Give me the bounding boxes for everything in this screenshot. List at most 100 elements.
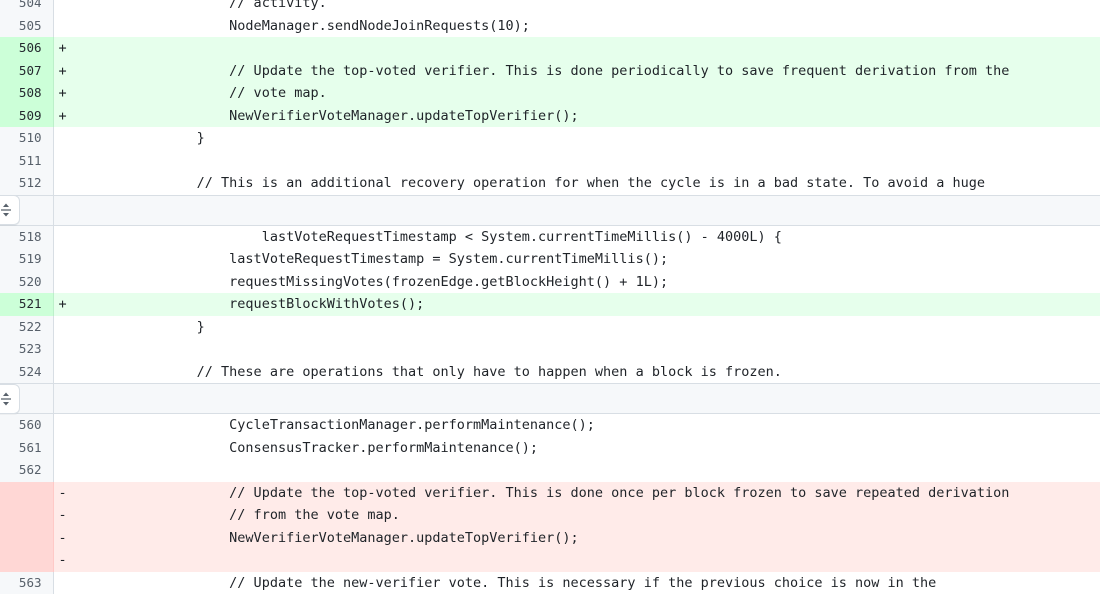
code-cell[interactable] [53,149,1100,172]
diff-line-context: 561 ConsensusTracker.performMaintenance(… [0,436,1100,459]
code-text: NewVerifierVoteManager.updateTopVerifier… [66,107,579,124]
code-cell[interactable]: requestMissingVotes(frozenEdge.getBlockH… [53,270,1100,293]
unfold-up-down-icon [1,203,11,217]
line-number[interactable]: 520 [0,270,54,293]
code-text: // These are operations that only have t… [66,363,782,380]
code-text: // Update the new-verifier vote. This is… [66,574,937,591]
diff-line-context: 520 requestMissingVotes(frozenEdge.getBl… [0,270,1100,293]
diff-line-added: 521 + requestBlockWithVotes(); [0,293,1100,316]
line-number[interactable]: 524 [0,360,54,384]
diff-line-context: 504 // activity. [0,0,1100,15]
code-text: lastVoteRequestTimestamp < System.curren… [66,228,782,245]
code-cell[interactable]: + [53,37,1100,60]
line-number[interactable]: 506 [0,37,54,60]
line-number[interactable]: 560 [0,413,54,437]
diff-line-context: 505 NodeManager.sendNodeJoinRequests(10)… [0,14,1100,37]
code-cell[interactable]: + requestBlockWithVotes(); [53,293,1100,316]
diff-line-added: 508 + // vote map. [0,82,1100,105]
diff-marker: + [58,40,67,56]
line-number[interactable]: 505 [0,14,54,37]
diff-line-context: 510 } [0,127,1100,150]
code-cell[interactable]: // This is an additional recovery operat… [53,172,1100,195]
code-cell[interactable]: - NewVerifierVoteManager.updateTopVerifi… [53,526,1100,549]
code-text: requestBlockWithVotes(); [66,296,425,312]
code-text: // activity. [66,0,327,11]
diff-line-context: 512 // This is an additional recovery op… [0,172,1100,195]
code-cell[interactable]: CycleTransactionManager.performMaintenan… [53,413,1100,437]
line-number[interactable]: 519 [0,248,54,271]
diff-line-added: 509 + NewVerifierVoteManager.updateTopVer… [0,104,1100,127]
line-number[interactable]: 523 [0,338,54,361]
line-number[interactable] [0,481,54,504]
code-text: } [66,130,205,146]
diff-line-deleted: - NewVerifierVoteManager.updateTopVerifi… [0,526,1100,549]
line-number[interactable]: 512 [0,172,54,195]
diff-marker: + [58,296,67,312]
code-cell[interactable]: // These are operations that only have t… [53,360,1100,384]
line-number[interactable]: 562 [0,459,54,482]
hunk-separator-gutter [0,383,54,414]
diff-line-added: 506 + [0,37,1100,60]
line-number[interactable]: 563 [0,571,54,594]
code-text: // This is an additional recovery operat… [66,175,986,191]
diff-line-context: 522 } [0,315,1100,338]
code-cell[interactable]: - [53,549,1100,572]
code-cell[interactable] [53,459,1100,482]
diff-line-context: 511 [0,149,1100,172]
code-text: // from the vote map. [66,507,400,523]
hunk-separator-body [53,194,1100,226]
line-number[interactable]: 561 [0,436,54,459]
code-cell[interactable]: } [53,315,1100,338]
diff-marker: - [58,484,67,501]
line-number[interactable]: 518 [0,225,54,248]
code-text: // vote map. [66,85,327,101]
diff-line-context: 518 lastVoteRequestTimestamp < System.cu… [0,225,1100,248]
code-text: CycleTransactionManager.performMaintenan… [66,417,595,433]
diff-marker: - [58,507,67,523]
code-cell[interactable]: lastVoteRequestTimestamp < System.curren… [53,225,1100,248]
diff-table: 504 // activity. 505 NodeManager.sendNode… [0,0,1100,594]
diff-marker: - [58,529,67,546]
code-cell[interactable] [53,338,1100,361]
code-cell[interactable]: // activity. [53,0,1100,15]
line-number[interactable] [0,549,54,572]
code-cell[interactable]: lastVoteRequestTimestamp = System.curren… [53,248,1100,271]
code-text: NewVerifierVoteManager.updateTopVerifier… [66,529,579,546]
expand-hunk-button[interactable] [0,383,20,414]
code-text: NodeManager.sendNodeJoinRequests(10); [66,17,530,34]
diff-marker: + [58,107,67,124]
code-text: ConsensusTracker.performMaintenance(); [66,439,539,456]
expand-hunk-button[interactable] [0,195,20,225]
line-number[interactable]: 511 [0,149,54,172]
diff-marker: + [58,62,67,79]
line-number[interactable]: 508 [0,82,54,105]
line-number[interactable]: 504 [0,0,54,15]
code-text: // Update the top-voted verifier. This i… [66,62,1010,79]
line-number[interactable]: 510 [0,127,54,150]
diff-body: 504 // activity. 505 NodeManager.sendNode… [0,0,1100,594]
line-number[interactable] [0,504,54,527]
line-number[interactable]: 509 [0,104,54,127]
line-number[interactable] [0,526,54,549]
line-number[interactable]: 507 [0,59,54,82]
diff-line-context: 563 // Update the new-verifier vote. Thi… [0,571,1100,594]
code-cell[interactable]: } [53,127,1100,150]
code-cell[interactable]: // Update the new-verifier vote. This is… [53,571,1100,594]
line-number[interactable]: 521 [0,293,54,316]
diff-line-context: 519 lastVoteRequestTimestamp = System.cu… [0,248,1100,271]
code-cell[interactable]: - // Update the top-voted verifier. This… [53,481,1100,504]
code-cell[interactable]: ConsensusTracker.performMaintenance(); [53,436,1100,459]
code-cell[interactable]: + NewVerifierVoteManager.updateTopVerifi… [53,104,1100,127]
hunk-separator-gutter [0,194,54,226]
code-text: } [66,318,205,335]
code-cell[interactable]: + // vote map. [53,82,1100,105]
diff-line-deleted: - [0,549,1100,572]
diff-line-deleted: - // Update the top-voted verifier. This… [0,481,1100,504]
code-text: lastVoteRequestTimestamp = System.curren… [66,251,669,267]
line-number[interactable]: 522 [0,315,54,338]
code-cell[interactable]: + // Update the top-voted verifier. This… [53,59,1100,82]
diff-line-context: 524 // These are operations that only ha… [0,360,1100,384]
hunk-separator [0,194,1100,226]
code-cell[interactable]: NodeManager.sendNodeJoinRequests(10); [53,14,1100,37]
code-cell[interactable]: - // from the vote map. [53,504,1100,527]
